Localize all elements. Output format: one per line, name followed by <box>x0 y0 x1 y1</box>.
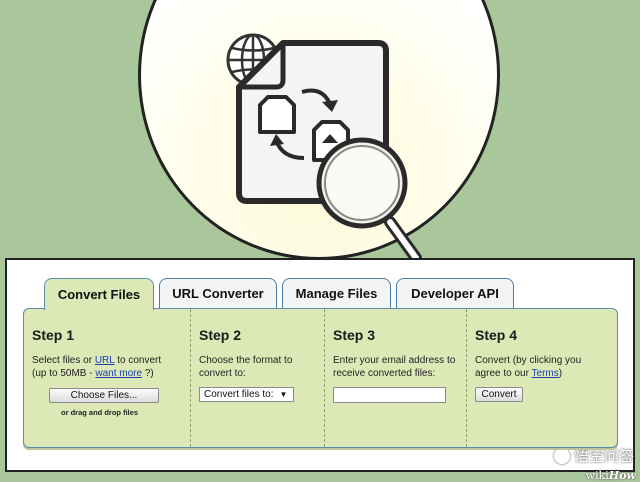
step-3-title: Step 3 <box>333 327 376 343</box>
step-2-title: Step 2 <box>199 327 242 343</box>
watermark: 悟空问答 <box>553 445 634 466</box>
step-2-description: Choose the format to convert to: <box>199 355 293 379</box>
tab-convert-files[interactable]: Convert Files <box>44 278 154 310</box>
format-select[interactable]: Convert files to: ▼ <box>199 387 294 402</box>
step-2: Step 2 Choose the format to convert to: … <box>190 309 324 447</box>
convert-button[interactable]: Convert <box>475 387 523 402</box>
dropdown-arrow-icon: ▼ <box>279 390 288 399</box>
terms-link[interactable]: Terms <box>532 368 559 379</box>
magnifier-icon <box>316 137 422 264</box>
step-1-description: Select files or URL to convert (up to 50… <box>32 355 162 379</box>
url-link[interactable]: URL <box>95 355 115 366</box>
hero-illustration <box>226 33 422 264</box>
wukong-logo-icon <box>553 447 570 464</box>
step-3-description: Enter your email address to receive conv… <box>333 355 456 379</box>
tab-developer-api[interactable]: Developer API <box>396 278 514 308</box>
step-4-description: Convert (by clicking you agree to our Te… <box>475 355 582 379</box>
tab-manage-files[interactable]: Manage Files <box>282 278 391 308</box>
converter-panel: Convert Files URL Converter Manage Files… <box>5 258 635 472</box>
choose-files-button[interactable]: Choose Files... <box>49 388 159 403</box>
format-select-value: Convert files to: <box>204 389 274 400</box>
tab-url-converter[interactable]: URL Converter <box>159 278 277 308</box>
watermark-text: 悟空问答 <box>573 448 634 465</box>
step-4-title: Step 4 <box>475 327 518 343</box>
step-4: Step 4 Convert (by clicking you agree to… <box>466 309 617 447</box>
step-1: Step 1 Select files or URL to convert (u… <box>24 309 190 447</box>
step-3: Step 3 Enter your email address to recei… <box>324 309 466 447</box>
want-more-link[interactable]: want more <box>95 368 142 379</box>
wikihow-brand: wikiHow <box>585 469 636 482</box>
convert-files-content: Step 1 Select files or URL to convert (u… <box>23 308 618 448</box>
drag-drop-note: or drag and drop files <box>61 408 139 417</box>
step-1-title: Step 1 <box>32 327 75 343</box>
email-input[interactable] <box>333 387 446 403</box>
